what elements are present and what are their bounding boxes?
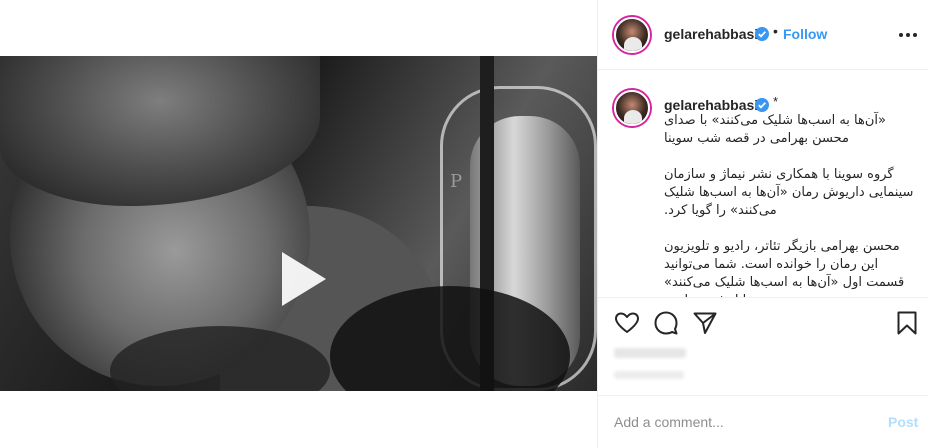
share-icon[interactable] <box>692 310 718 336</box>
comment-box: Post <box>598 395 928 448</box>
caption-paragraph: «آن‌ها به اسب‌ها شلیک می‌کنند» با صدای م… <box>664 113 886 146</box>
header-username[interactable]: gelarehabbasi <box>664 26 758 42</box>
play-icon <box>282 252 326 306</box>
likes-count[interactable] <box>614 348 686 358</box>
caption-marker: * <box>773 94 779 109</box>
verified-badge-icon <box>755 27 769 41</box>
caption-username[interactable]: gelarehabbasi <box>664 97 758 113</box>
post-button[interactable]: Post <box>888 414 918 430</box>
avatar[interactable] <box>614 17 650 53</box>
follow-button[interactable]: Follow <box>783 26 827 42</box>
caption-paragraph: گروه سوینا با همکاری نشر نیماژ و سازمان … <box>664 167 914 218</box>
instagram-post: P gelarehabbasi • Follow gelarehabbasi *… <box>0 0 928 448</box>
post-timestamp <box>614 371 684 379</box>
heart-icon[interactable] <box>614 310 640 336</box>
post-sidebar: gelarehabbasi • Follow gelarehabbasi * «… <box>597 0 928 448</box>
header-separator: • <box>773 23 778 39</box>
caption-paragraph: محسن بهرامی بازیگر تئاتر، رادیو و تلویزی… <box>664 239 905 297</box>
play-button[interactable] <box>268 246 334 312</box>
video-player[interactable]: P <box>0 56 597 391</box>
comment-input[interactable] <box>614 412 874 432</box>
verified-badge-icon <box>755 98 769 112</box>
caption-section: gelarehabbasi * «آن‌ها به اسب‌ها شلیک می… <box>598 70 928 298</box>
bookmark-icon[interactable] <box>894 310 920 336</box>
comment-icon[interactable] <box>653 310 679 336</box>
post-header: gelarehabbasi • Follow <box>598 0 928 70</box>
caption-text: «آن‌ها به اسب‌ها شلیک می‌کنند» با صدای م… <box>664 112 916 297</box>
more-options-icon[interactable] <box>898 32 918 38</box>
post-media: P <box>0 0 597 448</box>
caption-avatar[interactable] <box>614 90 650 126</box>
action-bar <box>598 310 928 338</box>
video-watermark: P <box>450 171 463 192</box>
